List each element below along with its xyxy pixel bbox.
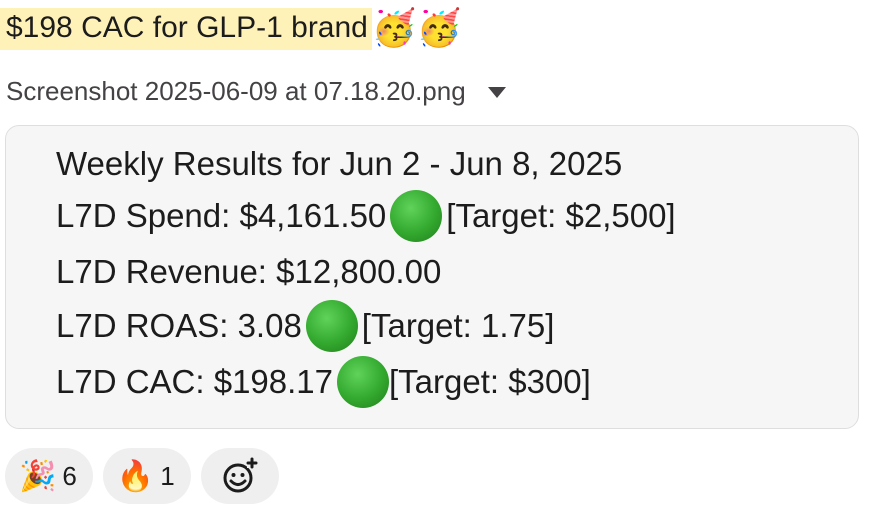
- partying-face-icon: 🥳: [371, 8, 417, 49]
- green-circle-icon: [305, 300, 358, 352]
- roas-target: [Target: 1.75]: [361, 307, 555, 344]
- spend-value: L7D Spend: $4,161.50: [56, 197, 387, 234]
- attachment-file-name[interactable]: Screenshot 2025-06-09 at 07.18.20.png: [6, 76, 466, 107]
- slack-message: $198 CAC for GLP-1 brand 🥳 🥳 Screenshot …: [0, 0, 878, 526]
- reaction-fire[interactable]: 🔥 1: [102, 448, 191, 504]
- reaction-count: 1: [160, 460, 175, 491]
- add-reaction-button[interactable]: [200, 448, 279, 504]
- add-reaction-icon: [223, 457, 258, 493]
- fire-icon: 🔥: [116, 458, 155, 494]
- message-headline: $198 CAC for GLP-1 brand: [0, 8, 372, 50]
- results-title: Weekly Results for Jun 2 - Jun 8, 2025: [56, 145, 623, 182]
- cac-value: L7D CAC: $198.17: [56, 363, 334, 400]
- reactions-bar: 🎉 6 🔥 1: [5, 448, 279, 504]
- attachment-header: Screenshot 2025-06-09 at 07.18.20.png: [6, 72, 506, 110]
- spend-line: L7D Spend: $4,161.50 [Target: $2,500]: [56, 190, 676, 242]
- green-circle-icon: [337, 356, 390, 408]
- revenue-line: L7D Revenue: $12,800.00: [56, 253, 442, 290]
- chevron-down-icon[interactable]: [487, 86, 506, 98]
- attachment-preview-card[interactable]: Weekly Results for Jun 2 - Jun 8, 2025 L…: [5, 125, 859, 429]
- cac-target: [Target: $300]: [389, 363, 591, 400]
- party-popper-icon: 🎉: [19, 458, 57, 494]
- roas-value: L7D ROAS: 3.08: [56, 307, 302, 344]
- message-headline-row: $198 CAC for GLP-1 brand 🥳 🥳: [0, 6, 462, 52]
- spend-target: [Target: $2,500]: [446, 197, 676, 234]
- reaction-count: 6: [62, 460, 77, 491]
- partying-face-icon: 🥳: [416, 8, 462, 49]
- roas-line: L7D ROAS: 3.08 [Target: 1.75]: [56, 300, 555, 352]
- green-circle-icon: [390, 190, 443, 242]
- reaction-party-popper[interactable]: 🎉 6: [5, 448, 93, 504]
- cac-line: L7D CAC: $198.17 [Target: $300]: [56, 356, 591, 408]
